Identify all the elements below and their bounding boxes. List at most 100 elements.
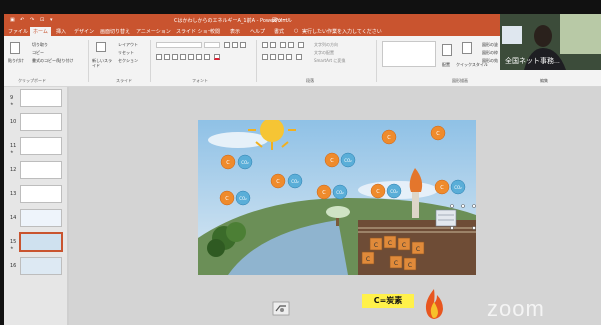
new-slide-icon[interactable]	[96, 42, 106, 52]
slide-animation-marker: ★	[10, 149, 14, 154]
tab-transitions[interactable]: 画面切り替え	[100, 28, 130, 35]
slide-thumbnail-row[interactable]: 9 ★	[4, 87, 68, 109]
bullets-icon[interactable]	[262, 42, 268, 48]
slide-thumbnail[interactable]	[20, 185, 62, 203]
shape-outline-button[interactable]: 図形の枠	[482, 50, 498, 56]
bold-icon[interactable]	[156, 54, 162, 60]
underline-icon[interactable]	[172, 54, 178, 60]
tab-slideshow[interactable]: スライド ショー	[176, 28, 213, 35]
justify-icon[interactable]	[286, 54, 292, 60]
paste-icon[interactable]	[10, 42, 20, 54]
group-divider	[88, 40, 89, 82]
tell-me-box[interactable]: 実行したい作業を入力してください	[302, 28, 382, 35]
customize-qat-icon[interactable]: ▾	[50, 17, 53, 23]
arrange-button[interactable]: 配置	[442, 62, 450, 68]
align-right-icon[interactable]	[278, 54, 284, 60]
slide-thumbnail-row[interactable]: 12	[4, 159, 68, 181]
clear-format-icon[interactable]	[240, 42, 246, 48]
shape-fill-button[interactable]: 図形の塗	[482, 42, 498, 48]
tab-design[interactable]: デザイン	[74, 28, 94, 35]
tab-file[interactable]: ファイル	[8, 28, 28, 35]
change-case-icon[interactable]	[204, 54, 210, 60]
slide-illustration[interactable]: C C C C C C C C C C C C C C C C CO₂ CO₂ …	[198, 120, 476, 275]
line-spacing-icon[interactable]	[298, 42, 304, 48]
smartart-button[interactable]: SmartArt に変換	[314, 58, 345, 64]
tab-help[interactable]: ヘルプ	[250, 28, 265, 35]
quick-styles-icon[interactable]	[462, 42, 472, 54]
char-spacing-icon[interactable]	[196, 54, 202, 60]
tab-view[interactable]: 表示	[230, 28, 240, 35]
paragraph-group-label: 段落	[306, 78, 314, 83]
cut-button[interactable]: 切り取り	[32, 42, 48, 48]
speaker-icon[interactable]	[271, 298, 291, 318]
shadow-icon[interactable]	[180, 54, 186, 60]
align-text-button[interactable]: 文字の配置	[314, 50, 334, 56]
group-divider	[150, 40, 151, 82]
tell-me-icon[interactable]: ○	[294, 28, 298, 34]
co2-label: CO₂	[291, 179, 299, 184]
increase-indent-icon[interactable]	[288, 42, 294, 48]
tab-format[interactable]: 書式	[274, 28, 284, 35]
slide-number: 10	[10, 119, 17, 125]
slide-thumbnail[interactable]	[20, 113, 62, 131]
new-slide-button[interactable]: 新しいスライド	[92, 58, 114, 68]
font-name-dropdown[interactable]	[156, 42, 202, 48]
layout-button[interactable]: レイアウト	[118, 42, 138, 48]
font-size-dropdown[interactable]	[204, 42, 220, 48]
slide-thumbnail[interactable]	[20, 137, 62, 155]
numbering-icon[interactable]	[270, 42, 276, 48]
c-label: C	[276, 179, 280, 185]
align-left-icon[interactable]	[262, 54, 268, 60]
grow-font-icon[interactable]	[224, 42, 230, 48]
flame-icon	[421, 288, 447, 320]
slide-thumbnail-row[interactable]: 14	[4, 207, 68, 229]
slide-thumbnail-row[interactable]: 16	[4, 255, 68, 277]
columns-icon[interactable]	[296, 54, 302, 60]
c-label: C	[330, 158, 334, 164]
font-color-icon[interactable]	[214, 54, 220, 60]
slide-thumbnail[interactable]	[20, 209, 62, 227]
section-button[interactable]: セクション	[118, 58, 138, 64]
slide-thumbnail-row[interactable]: 11 ★	[4, 135, 68, 157]
shrink-font-icon[interactable]	[232, 42, 238, 48]
drawing-group-label: 図形描画	[452, 78, 468, 83]
tab-review[interactable]: 校閲	[210, 28, 220, 35]
format-painter-button[interactable]: 書式のコピー/貼り付け	[32, 58, 73, 64]
slide-thumbnail-row[interactable]: 13	[4, 183, 68, 205]
slide-thumbnail[interactable]	[20, 257, 62, 275]
shape-effects-button[interactable]: 図形の効	[482, 58, 498, 64]
save-icon[interactable]: ▣	[10, 17, 15, 23]
tab-animations[interactable]: アニメーション	[136, 28, 171, 35]
coal-c-label: C	[408, 262, 412, 269]
shapes-gallery[interactable]	[382, 41, 436, 67]
c-label: C	[376, 189, 380, 195]
co2-label: CO₂	[344, 158, 352, 163]
reset-button[interactable]: リセット	[118, 50, 134, 56]
top-black-bar	[0, 0, 601, 14]
paste-button[interactable]: 貼り付け	[8, 58, 24, 64]
carbon-definition-label: C=炭素	[362, 294, 414, 308]
copy-button[interactable]: コピー	[32, 50, 44, 56]
person-head	[534, 25, 552, 47]
c-label: C	[440, 185, 444, 191]
slide-thumbnail-row[interactable]: 10	[4, 111, 68, 133]
italic-icon[interactable]	[164, 54, 170, 60]
slides-group-label: スライド	[116, 78, 132, 83]
slide-thumbnail[interactable]	[20, 89, 62, 107]
tab-insert[interactable]: 挿入	[56, 28, 66, 35]
slide-number: 12	[10, 167, 17, 173]
slide-animation-marker: ★	[10, 101, 14, 106]
text-direction-button[interactable]: 文字列の方向	[314, 42, 338, 48]
present-icon[interactable]: ⊡	[40, 17, 44, 23]
slide-thumbnail-row[interactable]: 15 ★	[4, 231, 68, 253]
slide-thumbnail-selected[interactable]	[19, 232, 63, 252]
arrange-icon[interactable]	[442, 44, 452, 56]
redo-icon[interactable]: ↷	[30, 17, 34, 23]
drawing-tools-label: 図ツール	[272, 18, 293, 24]
strikethrough-icon[interactable]	[188, 54, 194, 60]
tab-home[interactable]: ホーム	[30, 27, 51, 36]
slide-thumbnail[interactable]	[20, 161, 62, 179]
decrease-indent-icon[interactable]	[280, 42, 286, 48]
undo-icon[interactable]: ↶	[20, 17, 24, 23]
align-center-icon[interactable]	[270, 54, 276, 60]
